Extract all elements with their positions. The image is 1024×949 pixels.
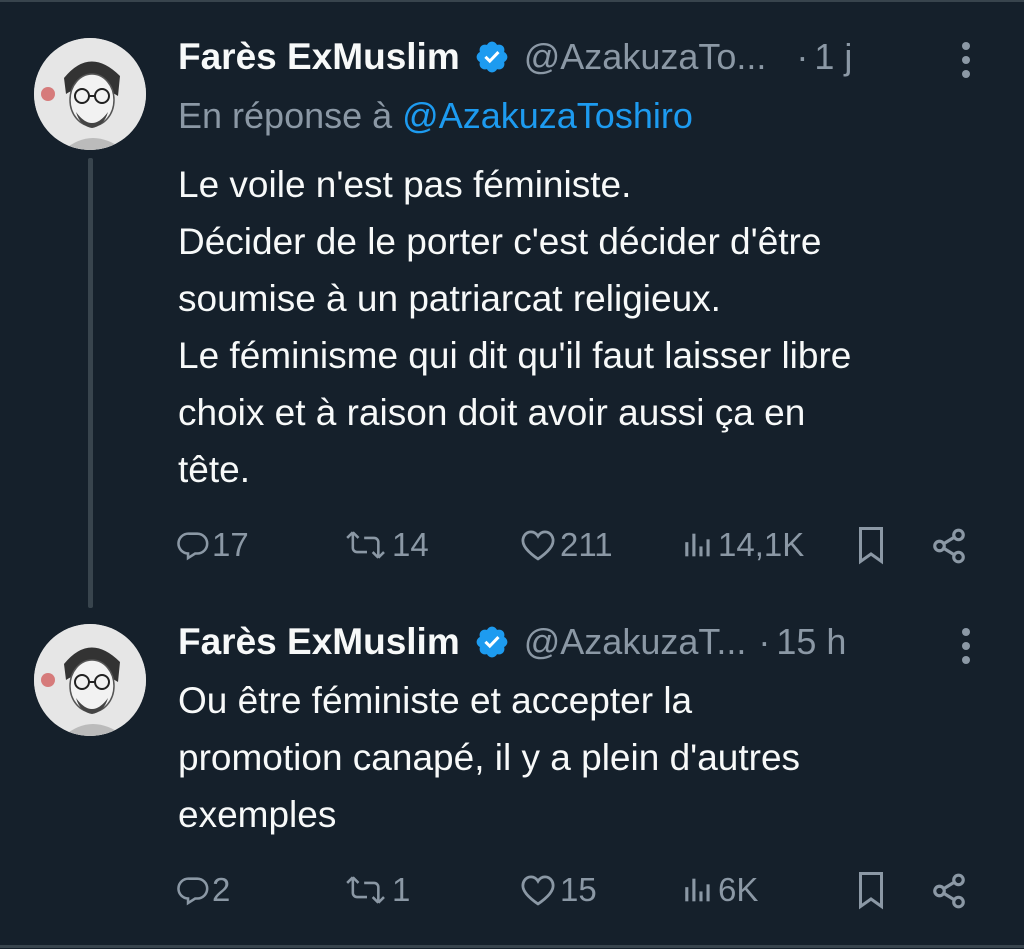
share-icon[interactable] [930, 872, 968, 910]
verified-badge-icon [476, 41, 508, 73]
avatar[interactable] [34, 624, 146, 736]
reply-prefix: En réponse à [178, 95, 393, 136]
separator-dot: · [796, 36, 809, 77]
text-line: Le voile n'est pas féministe. [178, 164, 632, 205]
text-line: exemples [178, 794, 337, 835]
repost-count: 14 [392, 526, 429, 563]
author-handle[interactable]: @AzakuzaT... [524, 621, 747, 663]
reply-icon [177, 532, 209, 561]
views-button[interactable]: 14,1K [680, 521, 804, 569]
tweet-text: Le voile n'est pas féministe. Décider de… [178, 156, 851, 498]
bookmark-icon[interactable] [856, 870, 886, 910]
reply-count: 17 [212, 526, 249, 563]
author-handle[interactable]: @AzakuzaTo... [524, 36, 767, 78]
reply-button[interactable]: 2 [176, 866, 230, 914]
tweet-text: Ou être féministe et accepter la promoti… [178, 672, 800, 843]
bookmark-icon[interactable] [856, 525, 886, 565]
like-count: 15 [560, 871, 597, 908]
heart-icon [521, 530, 555, 561]
text-line: tête. [178, 449, 250, 490]
text-line: promotion canapé, il y a plein d'autres [178, 737, 801, 778]
reply-context: En réponse à @AzakuzaToshiro [178, 95, 693, 137]
tweet-header: Farès ExMuslim @AzakuzaT... · 15 h [178, 617, 846, 667]
author-name[interactable]: Farès ExMuslim [178, 36, 460, 78]
more-icon[interactable] [956, 40, 976, 80]
text-line: choix et à raison doit avoir aussi ça en [178, 392, 806, 433]
repost-count: 1 [392, 871, 411, 908]
repost-button[interactable]: 14 [344, 521, 429, 569]
repost-button[interactable]: 1 [344, 866, 410, 914]
like-button[interactable]: 15 [518, 866, 597, 914]
reply-button[interactable]: 17 [176, 521, 249, 569]
like-count: 211 [560, 526, 613, 563]
reply-count: 2 [212, 871, 231, 908]
tweet-time[interactable]: 15 h [776, 621, 846, 663]
more-icon[interactable] [956, 626, 976, 666]
avatar-image [34, 38, 146, 150]
views-icon [685, 533, 710, 557]
heart-icon [521, 875, 555, 906]
reply-icon [177, 877, 209, 906]
thread-connector-line [88, 158, 93, 608]
tweet-header: Farès ExMuslim @AzakuzaTo... · 1 j [178, 32, 852, 82]
author-name[interactable]: Farès ExMuslim [178, 621, 460, 663]
views-button[interactable]: 6K [680, 866, 758, 914]
verified-badge-icon [476, 626, 508, 658]
reply-mention-link[interactable]: @AzakuzaToshiro [402, 95, 693, 136]
text-line: Ou être féministe et accepter la [178, 680, 693, 721]
tweet-time[interactable]: 1 j [814, 36, 852, 78]
text-line: Décider de le porter c'est décider d'êtr… [178, 221, 822, 262]
text-line: Le féminisme qui dit qu'il faut laisser … [178, 335, 852, 376]
view-count: 14,1K [718, 526, 805, 563]
repost-icon [346, 876, 385, 904]
views-icon [685, 878, 710, 902]
top-divider [0, 0, 1024, 2]
avatar-image [34, 624, 146, 736]
text-line: soumise à un patriarcat religieux. [178, 278, 721, 319]
view-count: 6K [718, 871, 759, 908]
repost-icon [346, 531, 385, 559]
share-icon[interactable] [930, 527, 968, 565]
bottom-divider [0, 945, 1024, 948]
like-button[interactable]: 211 [518, 521, 613, 569]
separator-dot: · [758, 621, 771, 662]
avatar[interactable] [34, 38, 146, 150]
